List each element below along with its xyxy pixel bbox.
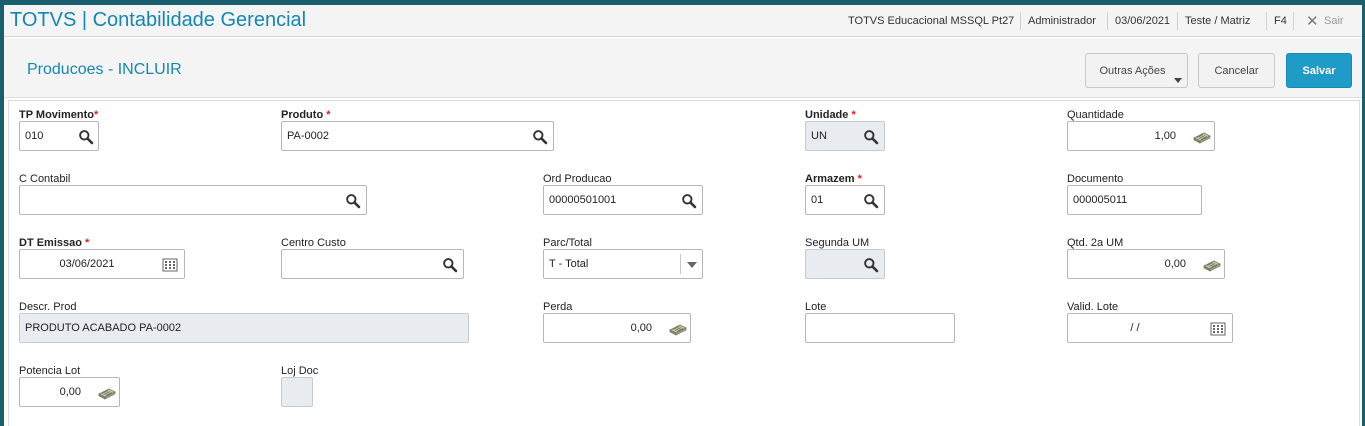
armazem-value: 01 xyxy=(811,194,824,206)
tp-movimento-value: 010 xyxy=(25,130,44,142)
calendar-icon[interactable] xyxy=(162,257,178,273)
loj-doc-label: Loj Doc xyxy=(281,365,319,377)
search-icon[interactable] xyxy=(78,129,94,145)
parc-total-select[interactable]: T - Total xyxy=(543,249,703,279)
branch-info: Teste / Matriz xyxy=(1185,15,1251,27)
header-divider xyxy=(1293,12,1294,30)
production-form: TP Movimento* 010 Produto * PA-0002 Unid… xyxy=(8,100,1360,426)
search-icon[interactable] xyxy=(863,129,879,145)
calculator-icon[interactable] xyxy=(97,385,117,401)
dt-emissao-field[interactable]: 03/06/2021 xyxy=(19,249,185,279)
app-header: TOTVS | Contabilidade Gerencial TOTVS Ed… xyxy=(4,5,1362,37)
perda-field[interactable]: 0,00 xyxy=(543,313,691,343)
centro-custo-label: Centro Custo xyxy=(281,237,346,249)
environment-info: TOTVS Educacional MSSQL Pt27 xyxy=(848,15,1015,27)
more-actions-button[interactable]: Outras Ações xyxy=(1085,53,1188,88)
date-info: 03/06/2021 xyxy=(1115,15,1171,27)
unidade-label: Unidade * xyxy=(805,109,856,121)
ord-producao-value: 00000501001 xyxy=(549,194,617,206)
descr-prod-field[interactable]: PRODUTO ACABADO PA-0002 xyxy=(19,313,469,343)
armazem-field[interactable]: 01 xyxy=(805,185,885,215)
valid-lote-field[interactable]: / / xyxy=(1067,313,1233,343)
search-icon[interactable] xyxy=(532,129,548,145)
quantidade-field[interactable]: 1,00 xyxy=(1067,121,1215,151)
segunda-um-label: Segunda UM xyxy=(805,237,870,249)
valid-lote-value: / / xyxy=(1130,322,1140,334)
tp-movimento-label: TP Movimento* xyxy=(19,109,99,121)
descr-prod-value: PRODUTO ACABADO PA-0002 xyxy=(25,322,182,334)
unidade-value: UN xyxy=(811,130,827,142)
quantidade-value: 1,00 xyxy=(1154,130,1176,142)
unidade-field[interactable]: UN xyxy=(805,121,885,151)
search-icon[interactable] xyxy=(863,193,879,209)
header-divider xyxy=(1266,12,1267,30)
ord-producao-label: Ord Producao xyxy=(543,173,612,185)
parc-total-label: Parc/Total xyxy=(543,237,592,249)
search-icon[interactable] xyxy=(863,257,879,273)
documento-label: Documento xyxy=(1067,173,1124,185)
qtd-2a-um-label: Qtd. 2a UM xyxy=(1067,237,1124,249)
dt-emissao-value: 03/06/2021 xyxy=(59,258,115,270)
documento-field[interactable]: 000005011 xyxy=(1067,185,1202,215)
armazem-label: Armazem * xyxy=(805,173,862,185)
exit-link[interactable]: Sair xyxy=(1324,5,1344,37)
c-contabil-field[interactable] xyxy=(19,185,367,215)
quantidade-label: Quantidade xyxy=(1067,109,1124,121)
tp-movimento-field[interactable]: 010 xyxy=(19,121,99,151)
produto-label: Produto * xyxy=(281,109,331,121)
calculator-icon[interactable] xyxy=(1202,257,1222,273)
c-contabil-label: C Contabil xyxy=(19,173,71,185)
select-divider xyxy=(680,254,681,274)
search-icon[interactable] xyxy=(442,257,458,273)
perda-value: 0,00 xyxy=(630,322,652,334)
qtd-2a-um-field[interactable]: 0,00 xyxy=(1067,249,1225,279)
valid-lote-label: Valid. Lote xyxy=(1067,301,1119,313)
centro-custo-field[interactable] xyxy=(281,249,464,279)
calculator-icon[interactable] xyxy=(668,321,688,337)
lote-label: Lote xyxy=(805,301,827,313)
segunda-um-field[interactable] xyxy=(805,249,885,279)
save-button[interactable]: Salvar xyxy=(1286,53,1352,88)
page-title: Producoes - INCLUIR xyxy=(27,61,182,78)
qtd-2a-um-value: 0,00 xyxy=(1164,258,1186,270)
calendar-icon[interactable] xyxy=(1210,321,1226,337)
parc-total-value: T - Total xyxy=(549,258,589,270)
app-title: TOTVS | Contabilidade Gerencial xyxy=(10,9,307,31)
page-toolbar: Producoes - INCLUIR Outras Ações Cancela… xyxy=(4,38,1362,98)
potencia-lot-label: Potencia Lot xyxy=(19,365,81,377)
descr-prod-label: Descr. Prod xyxy=(19,301,77,313)
produto-field[interactable]: PA-0002 xyxy=(281,121,554,151)
header-divider xyxy=(1107,12,1108,30)
header-divider xyxy=(1177,12,1178,30)
documento-value: 000005011 xyxy=(1073,194,1128,206)
shortcut-info[interactable]: F4 xyxy=(1274,5,1287,37)
search-icon[interactable] xyxy=(681,193,697,209)
potencia-lot-field[interactable]: 0,00 xyxy=(19,377,120,407)
loj-doc-field[interactable] xyxy=(281,377,313,407)
perda-label: Perda xyxy=(543,301,573,313)
calculator-icon[interactable] xyxy=(1192,129,1212,145)
chevron-down-icon[interactable] xyxy=(687,262,697,268)
search-icon[interactable] xyxy=(345,193,361,209)
cancel-button[interactable]: Cancelar xyxy=(1198,53,1275,88)
user-info: Administrador xyxy=(1028,15,1096,27)
close-icon[interactable]: ✕ xyxy=(1306,12,1319,30)
dt-emissao-label: DT Emissao * xyxy=(19,237,90,249)
lote-field[interactable] xyxy=(805,313,955,343)
ord-producao-field[interactable]: 00000501001 xyxy=(543,185,703,215)
header-divider xyxy=(1020,12,1021,30)
more-actions-label: Outras Ações xyxy=(1099,64,1166,77)
potencia-lot-value: 0,00 xyxy=(59,386,81,398)
chevron-down-icon xyxy=(1174,78,1182,83)
produto-value: PA-0002 xyxy=(287,130,329,142)
